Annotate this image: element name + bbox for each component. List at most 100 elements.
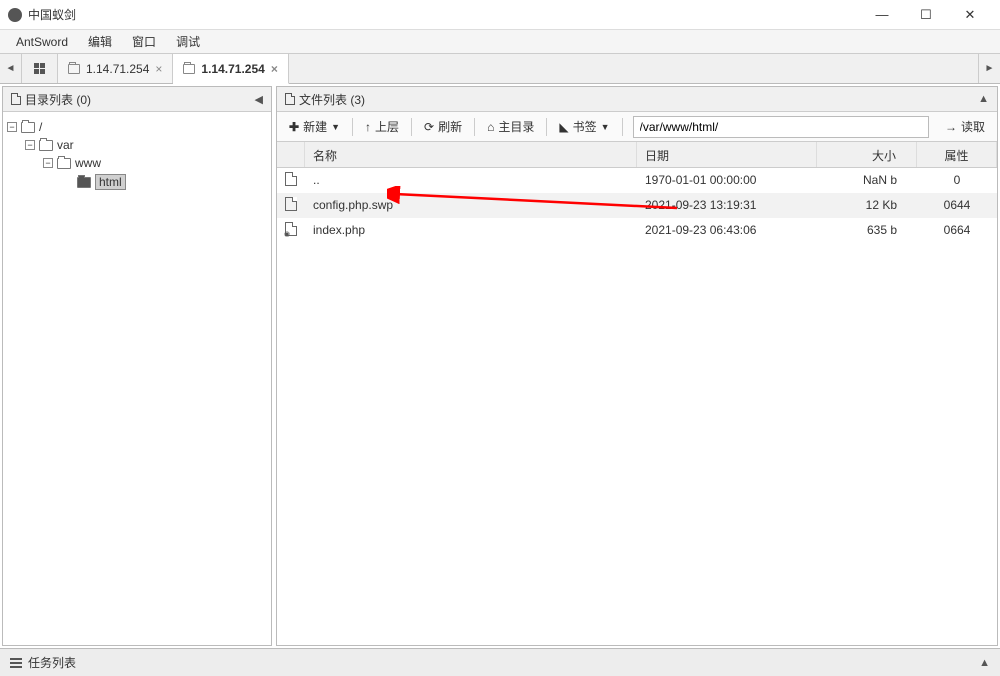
file-row[interactable]: .. 1970-01-01 00:00:00 NaN b 0 xyxy=(277,168,997,193)
tab-close-button[interactable]: × xyxy=(271,62,278,76)
directory-panel-header: 目录列表 (0) ◀ xyxy=(3,87,271,112)
file-attr: 0644 xyxy=(917,198,997,212)
tree-node-www[interactable]: − www xyxy=(43,154,267,172)
arrow-right-icon: → xyxy=(945,120,957,134)
grid-icon xyxy=(34,63,45,74)
read-button[interactable]: → 读取 xyxy=(937,114,993,139)
file-size: NaN b xyxy=(817,173,917,187)
tab-label: 1.14.71.254 xyxy=(86,62,149,76)
tree-label: www xyxy=(75,156,101,170)
file-size: 12 Kb xyxy=(817,198,917,212)
folder-icon xyxy=(68,64,80,74)
new-button[interactable]: ✚ 新建 ▼ xyxy=(281,114,348,139)
dropdown-caret-icon: ▼ xyxy=(331,122,340,132)
file-toolbar: ✚ 新建 ▼ ↑ 上层 ⟳ 刷新 ⌂ 主目录 ◣ 书签 ▼ → 读取 xyxy=(277,112,997,142)
menu-window[interactable]: 窗口 xyxy=(124,31,164,52)
minimize-button[interactable]: — xyxy=(860,1,904,29)
dropdown-caret-icon: ▼ xyxy=(601,122,610,132)
file-icon xyxy=(285,93,295,105)
collapse-up-button[interactable]: ▲ xyxy=(978,93,989,105)
file-panel: 文件列表 (3) ▲ ✚ 新建 ▼ ↑ 上层 ⟳ 刷新 ⌂ 主目录 ◣ 书签 ▼ → 读取 名称… xyxy=(276,86,998,646)
col-size-header[interactable]: 大小 xyxy=(817,142,917,167)
window-controls: — ☐ ✕ xyxy=(860,1,992,29)
tree-label: / xyxy=(39,120,42,134)
title-bar: 中国蚁剑 — ☐ ✕ xyxy=(0,0,1000,30)
refresh-icon: ⟳ xyxy=(424,120,434,134)
taskbar-collapse-button[interactable]: ▲ xyxy=(979,657,990,669)
directory-tree: − / − var − www xyxy=(3,112,271,198)
task-bar-title: 任务列表 xyxy=(28,654,76,671)
file-date: 2021-09-23 13:19:31 xyxy=(637,198,817,212)
home-tab-button[interactable] xyxy=(22,54,58,83)
file-row[interactable]: index.php 2021-09-23 06:43:06 635 b 0664 xyxy=(277,218,997,243)
file-grid-header: 名称 日期 大小 属性 xyxy=(277,142,997,168)
path-input[interactable] xyxy=(633,116,929,138)
menu-bar: AntSword 编辑 窗口 调试 xyxy=(0,30,1000,54)
tabs-prev-button[interactable]: ◄ xyxy=(0,54,22,83)
file-panel-title: 文件列表 (3) xyxy=(299,91,365,108)
bookmark-button[interactable]: ◣ 书签 ▼ xyxy=(551,114,617,139)
read-label: 读取 xyxy=(961,118,985,135)
tabs-next-button[interactable]: ► xyxy=(978,54,1000,83)
bars-icon xyxy=(10,658,22,668)
window-title: 中国蚁剑 xyxy=(28,6,860,23)
file-panel-header: 文件列表 (3) ▲ xyxy=(277,87,997,112)
arrow-up-icon: ↑ xyxy=(365,120,371,134)
refresh-button[interactable]: ⟳ 刷新 xyxy=(416,114,470,139)
new-label: 新建 xyxy=(303,118,327,135)
home-button[interactable]: ⌂ 主目录 xyxy=(479,114,542,139)
file-name: config.php.swp xyxy=(305,198,637,212)
tab-1[interactable]: 1.14.71.254 × xyxy=(58,54,173,83)
tab-2[interactable]: 1.14.71.254 × xyxy=(173,54,288,84)
file-name: .. xyxy=(305,173,637,187)
tree-label: html xyxy=(95,174,126,190)
tree-label: var xyxy=(57,138,74,152)
tree-toggle[interactable]: − xyxy=(7,122,17,132)
collapse-left-button[interactable]: ◀ xyxy=(255,93,263,106)
tab-close-button[interactable]: × xyxy=(155,62,162,76)
home-label: 主目录 xyxy=(498,118,534,135)
file-date: 1970-01-01 00:00:00 xyxy=(637,173,817,187)
file-size: 635 b xyxy=(817,223,917,237)
php-file-icon xyxy=(285,222,297,236)
menu-debug[interactable]: 调试 xyxy=(168,31,208,52)
col-name-header[interactable]: 名称 xyxy=(305,142,637,167)
menu-antsword[interactable]: AntSword xyxy=(8,33,76,51)
file-name: index.php xyxy=(305,223,637,237)
file-icon xyxy=(285,172,297,186)
directory-panel-title: 目录列表 (0) xyxy=(25,91,91,108)
folder-icon xyxy=(183,64,195,74)
col-icon-header[interactable] xyxy=(277,142,305,167)
menu-edit[interactable]: 编辑 xyxy=(80,31,120,52)
tree-toggle[interactable]: − xyxy=(43,158,53,168)
maximize-button[interactable]: ☐ xyxy=(904,1,948,29)
up-button[interactable]: ↑ 上层 xyxy=(357,114,407,139)
file-row[interactable]: config.php.swp 2021-09-23 13:19:31 12 Kb… xyxy=(277,193,997,218)
tabs-bar: ◄ 1.14.71.254 × 1.14.71.254 × ► xyxy=(0,54,1000,84)
refresh-label: 刷新 xyxy=(438,118,462,135)
file-attr: 0 xyxy=(917,173,997,187)
folder-icon xyxy=(21,122,35,133)
file-list: .. 1970-01-01 00:00:00 NaN b 0 config.ph… xyxy=(277,168,997,645)
file-icon xyxy=(11,93,21,105)
home-icon: ⌂ xyxy=(487,120,494,134)
file-icon xyxy=(285,197,297,211)
bookmark-label: 书签 xyxy=(573,118,597,135)
up-label: 上层 xyxy=(375,118,399,135)
folder-icon xyxy=(57,158,71,169)
tree-toggle[interactable]: − xyxy=(25,140,35,150)
bookmark-icon: ◣ xyxy=(559,120,568,134)
file-attr: 0664 xyxy=(917,223,997,237)
app-icon xyxy=(8,8,22,22)
plus-icon: ✚ xyxy=(289,120,299,134)
folder-icon xyxy=(77,177,91,188)
tree-node-var[interactable]: − var xyxy=(25,136,267,154)
main-content: 目录列表 (0) ◀ − / − var − www xyxy=(0,84,1000,648)
col-attr-header[interactable]: 属性 xyxy=(917,142,997,167)
file-date: 2021-09-23 06:43:06 xyxy=(637,223,817,237)
task-bar: 任务列表 ▲ xyxy=(0,648,1000,676)
tree-node-root[interactable]: − / xyxy=(7,118,267,136)
close-button[interactable]: ✕ xyxy=(948,1,992,29)
tree-node-html[interactable]: html xyxy=(61,172,267,192)
col-date-header[interactable]: 日期 xyxy=(637,142,817,167)
